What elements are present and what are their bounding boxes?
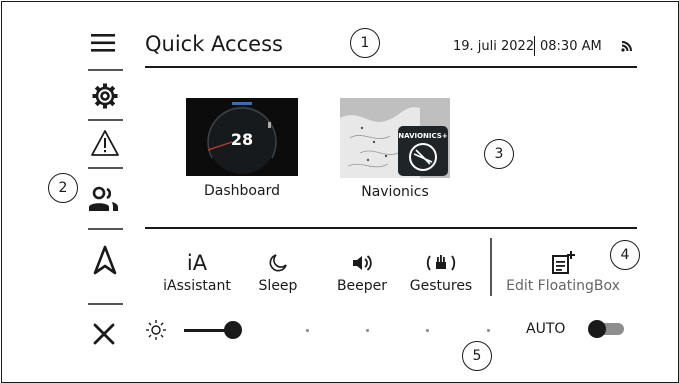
date-text: 19. juli 2022: [453, 39, 535, 54]
auto-label: AUTO: [526, 321, 566, 337]
wifi-icon: [619, 38, 635, 54]
dashboard-gauge-value: 28: [231, 130, 253, 149]
date-time-divider: [534, 36, 535, 56]
slider-tick: [426, 329, 429, 332]
menu-icon[interactable]: [88, 30, 118, 56]
settings-gear-icon[interactable]: [88, 79, 122, 113]
callout-5: 5: [462, 341, 492, 371]
sidebar-divider: [88, 228, 123, 230]
callout-1: 1: [350, 28, 380, 58]
brightness-slider[interactable]: [184, 318, 490, 342]
warning-triangle-icon[interactable]: [88, 127, 122, 159]
iassistant-icon: iA: [186, 251, 208, 275]
sidebar-divider: [88, 303, 123, 305]
gestures-icon: [426, 250, 456, 276]
gestures-button[interactable]: Gestures: [406, 250, 476, 294]
tile-label-dashboard: Dashboard: [204, 183, 280, 199]
time-text: 08:30 AM: [540, 39, 602, 54]
navionics-thumbnail: NAVIONICS+: [340, 98, 450, 178]
header-divider: [145, 66, 637, 68]
sidebar-divider: [88, 69, 123, 71]
edit-floatingbox-label: Edit FloatingBox: [506, 278, 620, 294]
page-title: Quick Access: [145, 32, 283, 56]
callout-3: 3: [484, 139, 514, 169]
sidebar-divider: [88, 167, 123, 169]
edit-floatingbox-button[interactable]: Edit FloatingBox: [500, 250, 626, 294]
speaker-icon: [351, 250, 373, 276]
brightness-slider-handle[interactable]: [224, 321, 242, 339]
slider-tick: [366, 329, 369, 332]
people-icon[interactable]: [86, 184, 122, 214]
iassistant-button[interactable]: iA iAssistant: [160, 250, 234, 294]
quick-buttons-divider: [490, 238, 492, 296]
sleep-icon: [268, 250, 288, 276]
navionics-tile[interactable]: NAVIONICS+: [340, 98, 450, 178]
tile-label-navionics: Navionics: [361, 184, 429, 200]
dashboard-thumbnail: 28: [186, 98, 298, 176]
navionics-badge-text: NAVIONICS+: [398, 132, 448, 140]
callout-2: 2: [48, 173, 78, 203]
auto-toggle[interactable]: [588, 320, 626, 338]
beeper-button[interactable]: Beeper: [330, 250, 394, 294]
edit-note-plus-icon: [550, 250, 576, 276]
close-icon[interactable]: [90, 320, 118, 348]
iassistant-label: iAssistant: [163, 278, 231, 294]
sleep-button[interactable]: Sleep: [252, 250, 304, 294]
dashboard-tile[interactable]: 28: [186, 98, 298, 176]
sleep-label: Sleep: [258, 278, 298, 294]
beeper-label: Beeper: [336, 278, 388, 294]
slider-tick: [487, 329, 490, 332]
gestures-label: Gestures: [409, 278, 473, 294]
content-divider: [145, 227, 637, 229]
navigation-arrow-icon[interactable]: [90, 244, 120, 276]
sidebar-divider: [88, 119, 123, 121]
sun-icon: [145, 319, 167, 341]
auto-toggle-knob: [588, 320, 606, 338]
slider-tick: [306, 329, 309, 332]
